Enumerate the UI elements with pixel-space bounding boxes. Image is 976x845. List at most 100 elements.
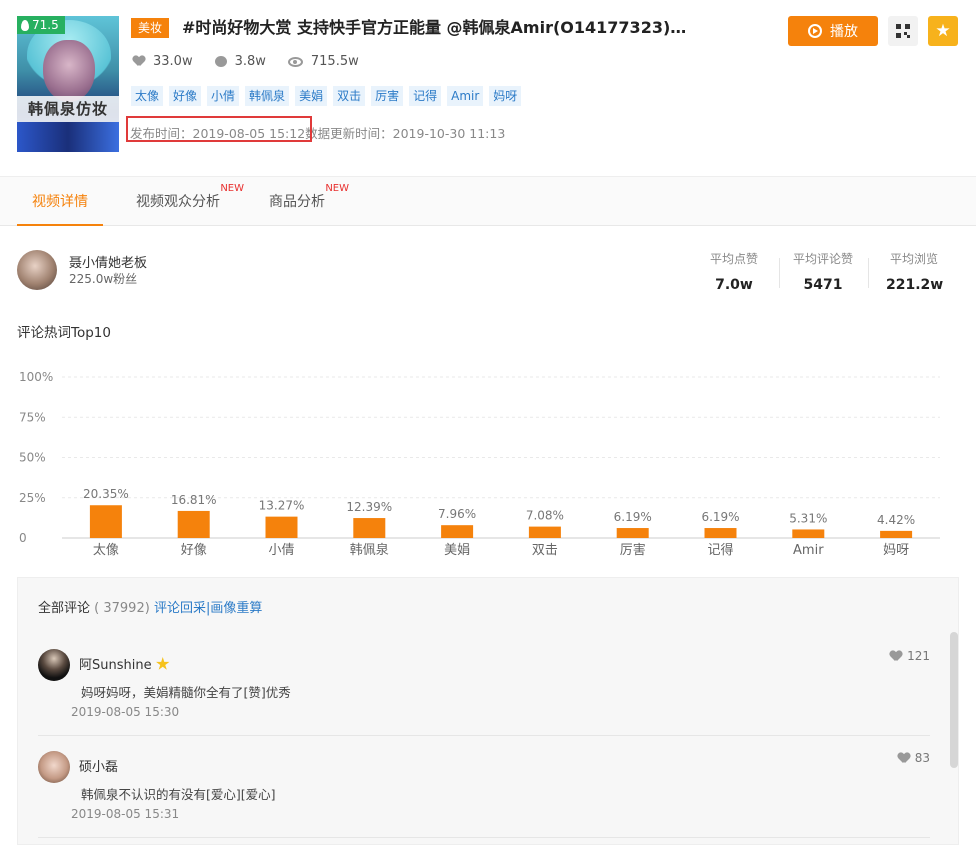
bar (441, 525, 474, 538)
comment-date: 2019-08-05 15:31 (71, 807, 180, 821)
author-name[interactable]: 聂小倩她老板 (69, 252, 147, 271)
avg-value: 5471 (803, 277, 843, 293)
x-tick-label: 韩佩泉 (350, 542, 389, 558)
data-label: 7.96% (438, 507, 476, 521)
data-label: 16.81% (171, 493, 217, 507)
tab-label: 视频详情 (32, 194, 88, 210)
time-info: 发布时间：2019-08-05 15:12 数据更新时间：2019-10-30 … (126, 116, 506, 142)
comment-text: 妈呀妈呀，美娟精髓你全有了[赞]优秀 (81, 685, 291, 700)
video-stats: 33.0w 3.8w 715.5w (133, 54, 359, 69)
publish-time-highlight (126, 116, 312, 142)
comment-date: 2019-08-05 15:30 (71, 705, 180, 719)
favorite-button[interactable]: ★ (928, 16, 958, 46)
y-tick-label: 75% (19, 410, 46, 424)
data-label: 12.39% (346, 500, 392, 514)
tag[interactable]: 美娟 (295, 86, 328, 106)
x-tick-label: 好像 (181, 543, 207, 558)
tag[interactable]: 双击 (333, 86, 366, 106)
tag[interactable]: 韩佩泉 (245, 86, 290, 106)
data-label: 6.19% (701, 510, 739, 524)
flame-icon (21, 19, 29, 31)
x-tick-label: 妈呀 (883, 543, 909, 558)
bar (89, 505, 122, 538)
tab-audience-analysis[interactable]: 视频观众分析 NEW (136, 177, 244, 226)
update-time: 数据更新时间：2019-10-30 11:13 (305, 126, 506, 141)
tab-label: 商品分析 (269, 194, 325, 210)
bar (177, 510, 210, 538)
score-value: 71.5 (32, 18, 59, 32)
views-stat: 715.5w (287, 54, 359, 69)
thumbnail-outfit (17, 122, 119, 152)
avg-comment-likes: 平均评论赞 5471 (790, 250, 856, 293)
x-tick-label: Amir (793, 543, 824, 558)
avg-likes: 平均点赞 7.0w (707, 250, 761, 293)
data-label: 20.35% (83, 487, 129, 501)
avg-label: 平均浏览 (889, 252, 938, 266)
x-tick-label: 美娟 (444, 543, 470, 558)
tag[interactable]: Amir (447, 86, 484, 106)
thumbnail-caption: 韩佩泉仿妆 (17, 96, 119, 122)
y-tick-label: 0 (19, 531, 27, 545)
data-label: 5.31% (789, 511, 827, 525)
all-comments-label: 全部评论 (38, 601, 91, 616)
new-badge: NEW (220, 183, 244, 194)
comment-username: 阿Sunshine (79, 658, 152, 673)
tab-product-analysis[interactable]: 商品分析 NEW (269, 177, 349, 226)
comments-count: 3.8w (234, 54, 266, 69)
divider (868, 258, 869, 288)
tag[interactable]: 太像 (131, 86, 164, 106)
play-label: 播放 (830, 24, 858, 40)
avatar[interactable] (38, 751, 70, 783)
score-badge: 71.5 (17, 16, 65, 34)
thumbnail-face (43, 40, 95, 102)
play-button[interactable]: 播放 (788, 16, 878, 46)
hot-words-bar-chart: 100% 75% 50% 25% 0 20.35% 太像 16.81% 好像 13.27% 小倩 12… (19, 370, 940, 558)
comments-stat: 3.8w (214, 54, 266, 69)
author-fans: 225.0w粉丝 (69, 272, 138, 286)
qr-code-icon (896, 24, 910, 38)
avatar[interactable] (38, 649, 70, 681)
tab-label: 视频观众分析 (136, 194, 220, 210)
video-title[interactable]: #时尚好物大赏 支持快手官方正能量 @韩佩泉Amir(O14177323)韩..… (182, 16, 702, 40)
comment-username: 硕小磊 (79, 760, 119, 775)
tag[interactable]: 小倩 (207, 86, 240, 106)
comment-likes[interactable]: 83 (898, 751, 930, 765)
bar (880, 530, 913, 538)
tab-video-detail[interactable]: 视频详情 (17, 177, 103, 226)
comment-item: 阿Sunshine 妈呀妈呀，美娟精髓你全有了[赞]优秀 2019-08-05 … (38, 636, 930, 736)
tag[interactable]: 记得 (409, 86, 442, 106)
data-label: 6.19% (614, 510, 652, 524)
bar (528, 526, 561, 538)
chart-title: 评论热词Top10 (17, 325, 111, 341)
bar (792, 529, 825, 538)
play-circle-icon (808, 24, 822, 38)
bar (616, 528, 649, 538)
author-avatar[interactable] (17, 250, 57, 290)
new-badge: NEW (325, 183, 349, 194)
comment-user[interactable]: 硕小磊 (79, 756, 118, 775)
recollect-link[interactable]: 评论回采|画像重算 (154, 601, 262, 616)
heart-icon (890, 651, 902, 662)
data-label: 7.08% (526, 509, 564, 523)
tag[interactable]: 妈呀 (489, 86, 522, 106)
y-tick-label: 100% (19, 370, 53, 384)
qr-code-button[interactable] (888, 16, 918, 46)
tag-list: 太像 好像 小倩 韩佩泉 美娟 双击 厉害 记得 Amir 妈呀 (131, 86, 522, 106)
heart-icon (898, 753, 910, 764)
comment-icon (214, 56, 227, 67)
bar (353, 518, 386, 538)
avg-value: 7.0w (715, 277, 753, 293)
avg-views: 平均浏览 221.2w (886, 250, 944, 293)
avg-value: 221.2w (886, 277, 944, 293)
video-thumbnail[interactable]: 韩佩泉仿妆 71.5 (17, 16, 119, 152)
comment-list: 阿Sunshine 妈呀妈呀，美娟精髓你全有了[赞]优秀 2019-08-05 … (38, 636, 930, 840)
y-tick-label: 25% (19, 491, 46, 505)
comments-scrollbar[interactable] (950, 632, 958, 768)
tag[interactable]: 厉害 (371, 86, 404, 106)
tag[interactable]: 好像 (169, 86, 202, 106)
comment-user[interactable]: 阿Sunshine (79, 654, 170, 673)
comment-likes[interactable]: 121 (890, 649, 930, 663)
comments-panel: 全部评论 ( 37992) 评论回采|画像重算 阿Sunshine 妈呀妈呀，美… (17, 577, 959, 845)
avg-label: 平均评论赞 (792, 252, 853, 266)
eye-icon (287, 56, 303, 67)
